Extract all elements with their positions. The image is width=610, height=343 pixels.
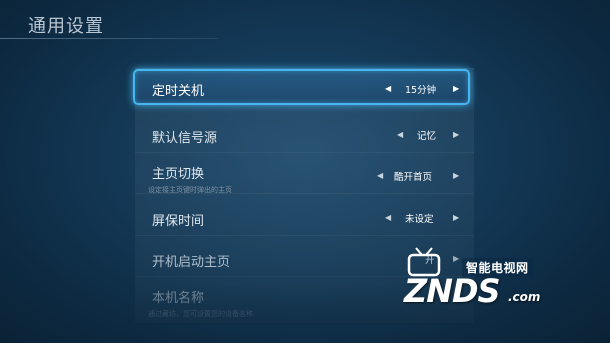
setting-row-shutdown-timer[interactable]: 定时关机 ◀ 15分钟 ▶	[133, 69, 470, 105]
watermark-domain: .com	[508, 290, 541, 304]
setting-value: 酷开首页	[394, 172, 433, 183]
setting-row-default-source[interactable]: 默认信号源 ◀ 记忆 ▶	[135, 117, 474, 153]
arrow-left-icon[interactable]: ◀	[385, 84, 391, 94]
setting-label: 本机名称	[152, 291, 205, 306]
setting-label: 开机启动主页	[152, 255, 231, 270]
setting-value: 15分钟	[405, 85, 437, 96]
setting-description: 设定接主页键时弹出的主页	[148, 186, 232, 194]
setting-label: 默认信号源	[152, 131, 218, 146]
arrow-right-icon[interactable]: ▶	[453, 130, 459, 140]
title-divider	[0, 38, 218, 39]
setting-label: 定时关机	[152, 84, 205, 99]
setting-description: 通过藏坊，您可设置您的设备名称	[148, 310, 253, 318]
page-title: 通用设置	[28, 16, 104, 37]
watermark-brand: ZNDS	[404, 272, 501, 310]
arrow-right-icon[interactable]: ▶	[453, 213, 459, 223]
setting-row-screensaver-time[interactable]: 屏保时间 ◀ 未设定 ▶	[135, 200, 474, 236]
znds-watermark: 智能电视网 ZNDS .com	[400, 246, 580, 316]
arrow-right-icon[interactable]: ▶	[453, 84, 459, 94]
setting-value: 记忆	[417, 131, 437, 142]
arrow-left-icon[interactable]: ◀	[377, 171, 383, 181]
setting-label: 屏保时间	[152, 214, 205, 229]
setting-value: 未设定	[405, 214, 434, 225]
setting-label: 主页切换	[152, 167, 205, 182]
arrow-left-icon[interactable]: ◀	[385, 213, 391, 223]
arrow-left-icon[interactable]: ◀	[397, 130, 403, 140]
setting-row-home-switch[interactable]: 主页切换 设定接主页键时弹出的主页 ◀ 酷开首页 ▶	[135, 158, 474, 194]
arrow-right-icon[interactable]: ▶	[453, 171, 459, 181]
